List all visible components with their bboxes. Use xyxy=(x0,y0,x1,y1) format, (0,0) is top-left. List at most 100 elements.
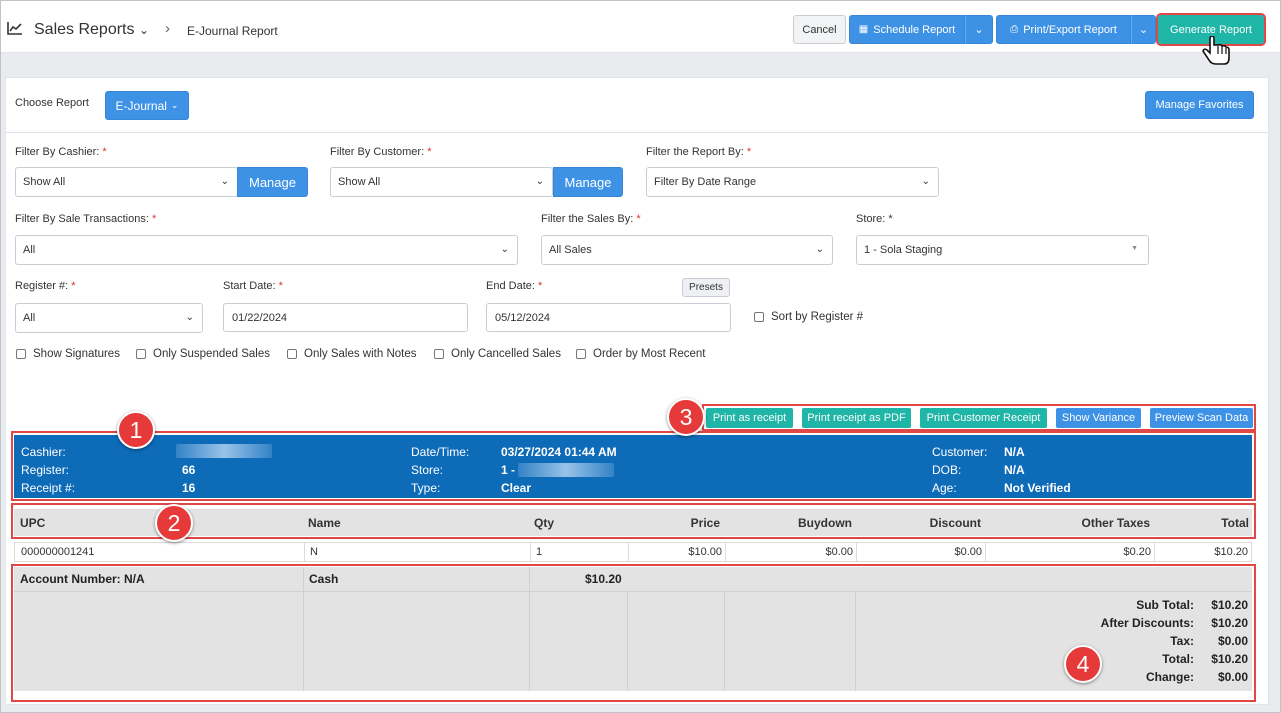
annotation-marker-2: 2 xyxy=(155,504,193,542)
redacted-cashier xyxy=(176,444,272,458)
schedule-report-button[interactable]: ▦ Schedule Report xyxy=(849,15,965,44)
store-label: Store: xyxy=(411,463,444,477)
type-value: Clear xyxy=(501,481,532,495)
register-label: Register #: * xyxy=(15,280,76,292)
section-divider xyxy=(5,132,1269,133)
chevron-down-icon: ⌄ xyxy=(974,24,984,36)
print-customer-receipt-button[interactable]: Print Customer Receipt xyxy=(920,408,1047,428)
tender-type: Cash xyxy=(309,572,339,586)
store-select[interactable]: 1 - Sola Staging ▼ xyxy=(856,235,1149,265)
manage-favorites-button[interactable]: Manage Favorites xyxy=(1145,91,1254,119)
chevron-down-icon: ⌄ xyxy=(1138,24,1149,36)
total-label: Total: xyxy=(1162,652,1194,666)
column-header-buydown: Buydown xyxy=(798,516,852,530)
print-export-dropdown[interactable]: ⌄ xyxy=(1131,15,1156,44)
schedule-report-dropdown[interactable]: ⌄ xyxy=(965,15,993,44)
redacted-store xyxy=(518,463,614,477)
checkbox-label: Order by Most Recent xyxy=(593,348,706,360)
chevron-down-icon: ⌄ xyxy=(220,176,229,187)
cell-total: $10.20 xyxy=(1214,546,1248,558)
customer-filter-label: Filter By Customer: * xyxy=(330,146,432,158)
print-receipt-pdf-button[interactable]: Print receipt as PDF xyxy=(802,408,911,428)
manage-customer-button[interactable]: Manage xyxy=(553,167,623,197)
sort-by-register-checkbox[interactable]: Sort by Register # xyxy=(754,311,863,323)
receipt-number-value: 16 xyxy=(182,481,196,495)
end-date-input[interactable]: 05/12/2024 xyxy=(486,303,731,332)
cashier-select[interactable]: Show All ⌄ xyxy=(15,167,238,197)
show-variance-button[interactable]: Show Variance xyxy=(1056,408,1141,428)
register-select[interactable]: All ⌄ xyxy=(15,303,203,333)
chevron-down-icon[interactable]: ⌄ xyxy=(139,23,149,37)
presets-button[interactable]: Presets xyxy=(682,278,730,297)
cancel-button[interactable]: Cancel xyxy=(793,15,846,44)
start-date-input[interactable]: 01/22/2024 xyxy=(223,303,468,332)
datetime-value: 03/27/2024 01:44 AM xyxy=(501,445,617,459)
checkbox-box[interactable] xyxy=(136,349,146,359)
checkbox-box[interactable] xyxy=(754,312,764,322)
chevron-down-icon: ⌄ xyxy=(170,100,179,110)
annotation-marker-3: 3 xyxy=(667,398,705,436)
sales-by-value: All Sales xyxy=(549,244,592,256)
chevron-down-icon: ⌄ xyxy=(185,312,194,323)
annotation-marker-4: 4 xyxy=(1064,645,1102,683)
column-header-discount: Discount xyxy=(929,516,981,530)
calendar-icon: ▦ xyxy=(858,24,869,35)
start-date-label: Start Date: * xyxy=(223,280,283,292)
only-notes-checkbox[interactable]: Only Sales with Notes xyxy=(287,348,417,360)
column-divider xyxy=(303,567,304,691)
tax-label: Tax: xyxy=(1170,634,1194,648)
report-by-select[interactable]: Filter By Date Range ⌄ xyxy=(646,167,939,197)
change-label: Change: xyxy=(1146,670,1194,684)
column-header-name: Name xyxy=(308,516,341,530)
checkbox-box[interactable] xyxy=(576,349,586,359)
cell-name: N xyxy=(310,546,318,558)
column-header-other-taxes: Other Taxes xyxy=(1081,516,1150,530)
order-recent-checkbox[interactable]: Order by Most Recent xyxy=(576,348,705,360)
column-divider xyxy=(304,543,305,561)
checkbox-box[interactable] xyxy=(287,349,297,359)
store-value: 1 - xyxy=(501,463,516,477)
tender-amount: $10.20 xyxy=(585,572,622,586)
column-divider xyxy=(724,591,725,691)
age-value: Not Verified xyxy=(1004,481,1071,495)
hand-pointer-icon xyxy=(1202,36,1230,65)
sale-transactions-select[interactable]: All ⌄ xyxy=(15,235,518,265)
chevron-down-icon: ⌄ xyxy=(535,176,544,187)
column-header-upc: UPC xyxy=(20,516,46,530)
after-discounts-label: After Discounts: xyxy=(1100,616,1194,630)
sale-transactions-label: Filter By Sale Transactions: * xyxy=(15,213,157,225)
only-cancelled-checkbox[interactable]: Only Cancelled Sales xyxy=(434,348,561,360)
age-label: Age: xyxy=(932,481,957,495)
print-as-receipt-button[interactable]: Print as receipt xyxy=(706,408,793,428)
footer-divider xyxy=(14,591,1252,592)
column-divider xyxy=(985,543,986,561)
register-select-value: All xyxy=(23,312,36,324)
cell-price: $10.00 xyxy=(688,546,722,558)
page-title[interactable]: Sales Reports xyxy=(34,21,135,39)
checkbox-box[interactable] xyxy=(16,349,26,359)
manage-cashier-button[interactable]: Manage xyxy=(237,167,308,197)
cashier-label: Cashier: xyxy=(21,445,66,459)
choose-report-label: Choose Report xyxy=(15,97,89,109)
show-signatures-checkbox[interactable]: Show Signatures xyxy=(16,348,120,360)
column-divider xyxy=(725,543,726,561)
type-label: Type: xyxy=(411,481,441,495)
chevron-right-icon: › xyxy=(165,20,170,37)
only-suspended-checkbox[interactable]: Only Suspended Sales xyxy=(136,348,270,360)
checkbox-box[interactable] xyxy=(434,349,444,359)
sales-by-select[interactable]: All Sales ⌄ xyxy=(541,235,833,265)
printer-icon: ⎙ xyxy=(1010,24,1019,35)
register-label: Register: xyxy=(21,463,70,477)
total-value: $10.20 xyxy=(1211,652,1248,666)
cell-upc: 000000001241 xyxy=(21,546,95,558)
checkbox-label: Only Sales with Notes xyxy=(304,348,417,360)
report-type-dropdown[interactable]: E-Journal ⌄ xyxy=(105,91,189,120)
caret-down-icon: ▼ xyxy=(1131,245,1138,252)
print-export-button[interactable]: ⎙ Print/Export Report xyxy=(996,15,1131,44)
column-divider xyxy=(855,591,856,691)
account-number: Account Number: N/A xyxy=(20,572,145,586)
preview-scan-data-button[interactable]: Preview Scan Data xyxy=(1150,408,1253,428)
report-by-label: Filter the Report By: * xyxy=(646,146,752,158)
annotation-marker-1: 1 xyxy=(117,411,155,449)
customer-select[interactable]: Show All ⌄ xyxy=(330,167,553,197)
